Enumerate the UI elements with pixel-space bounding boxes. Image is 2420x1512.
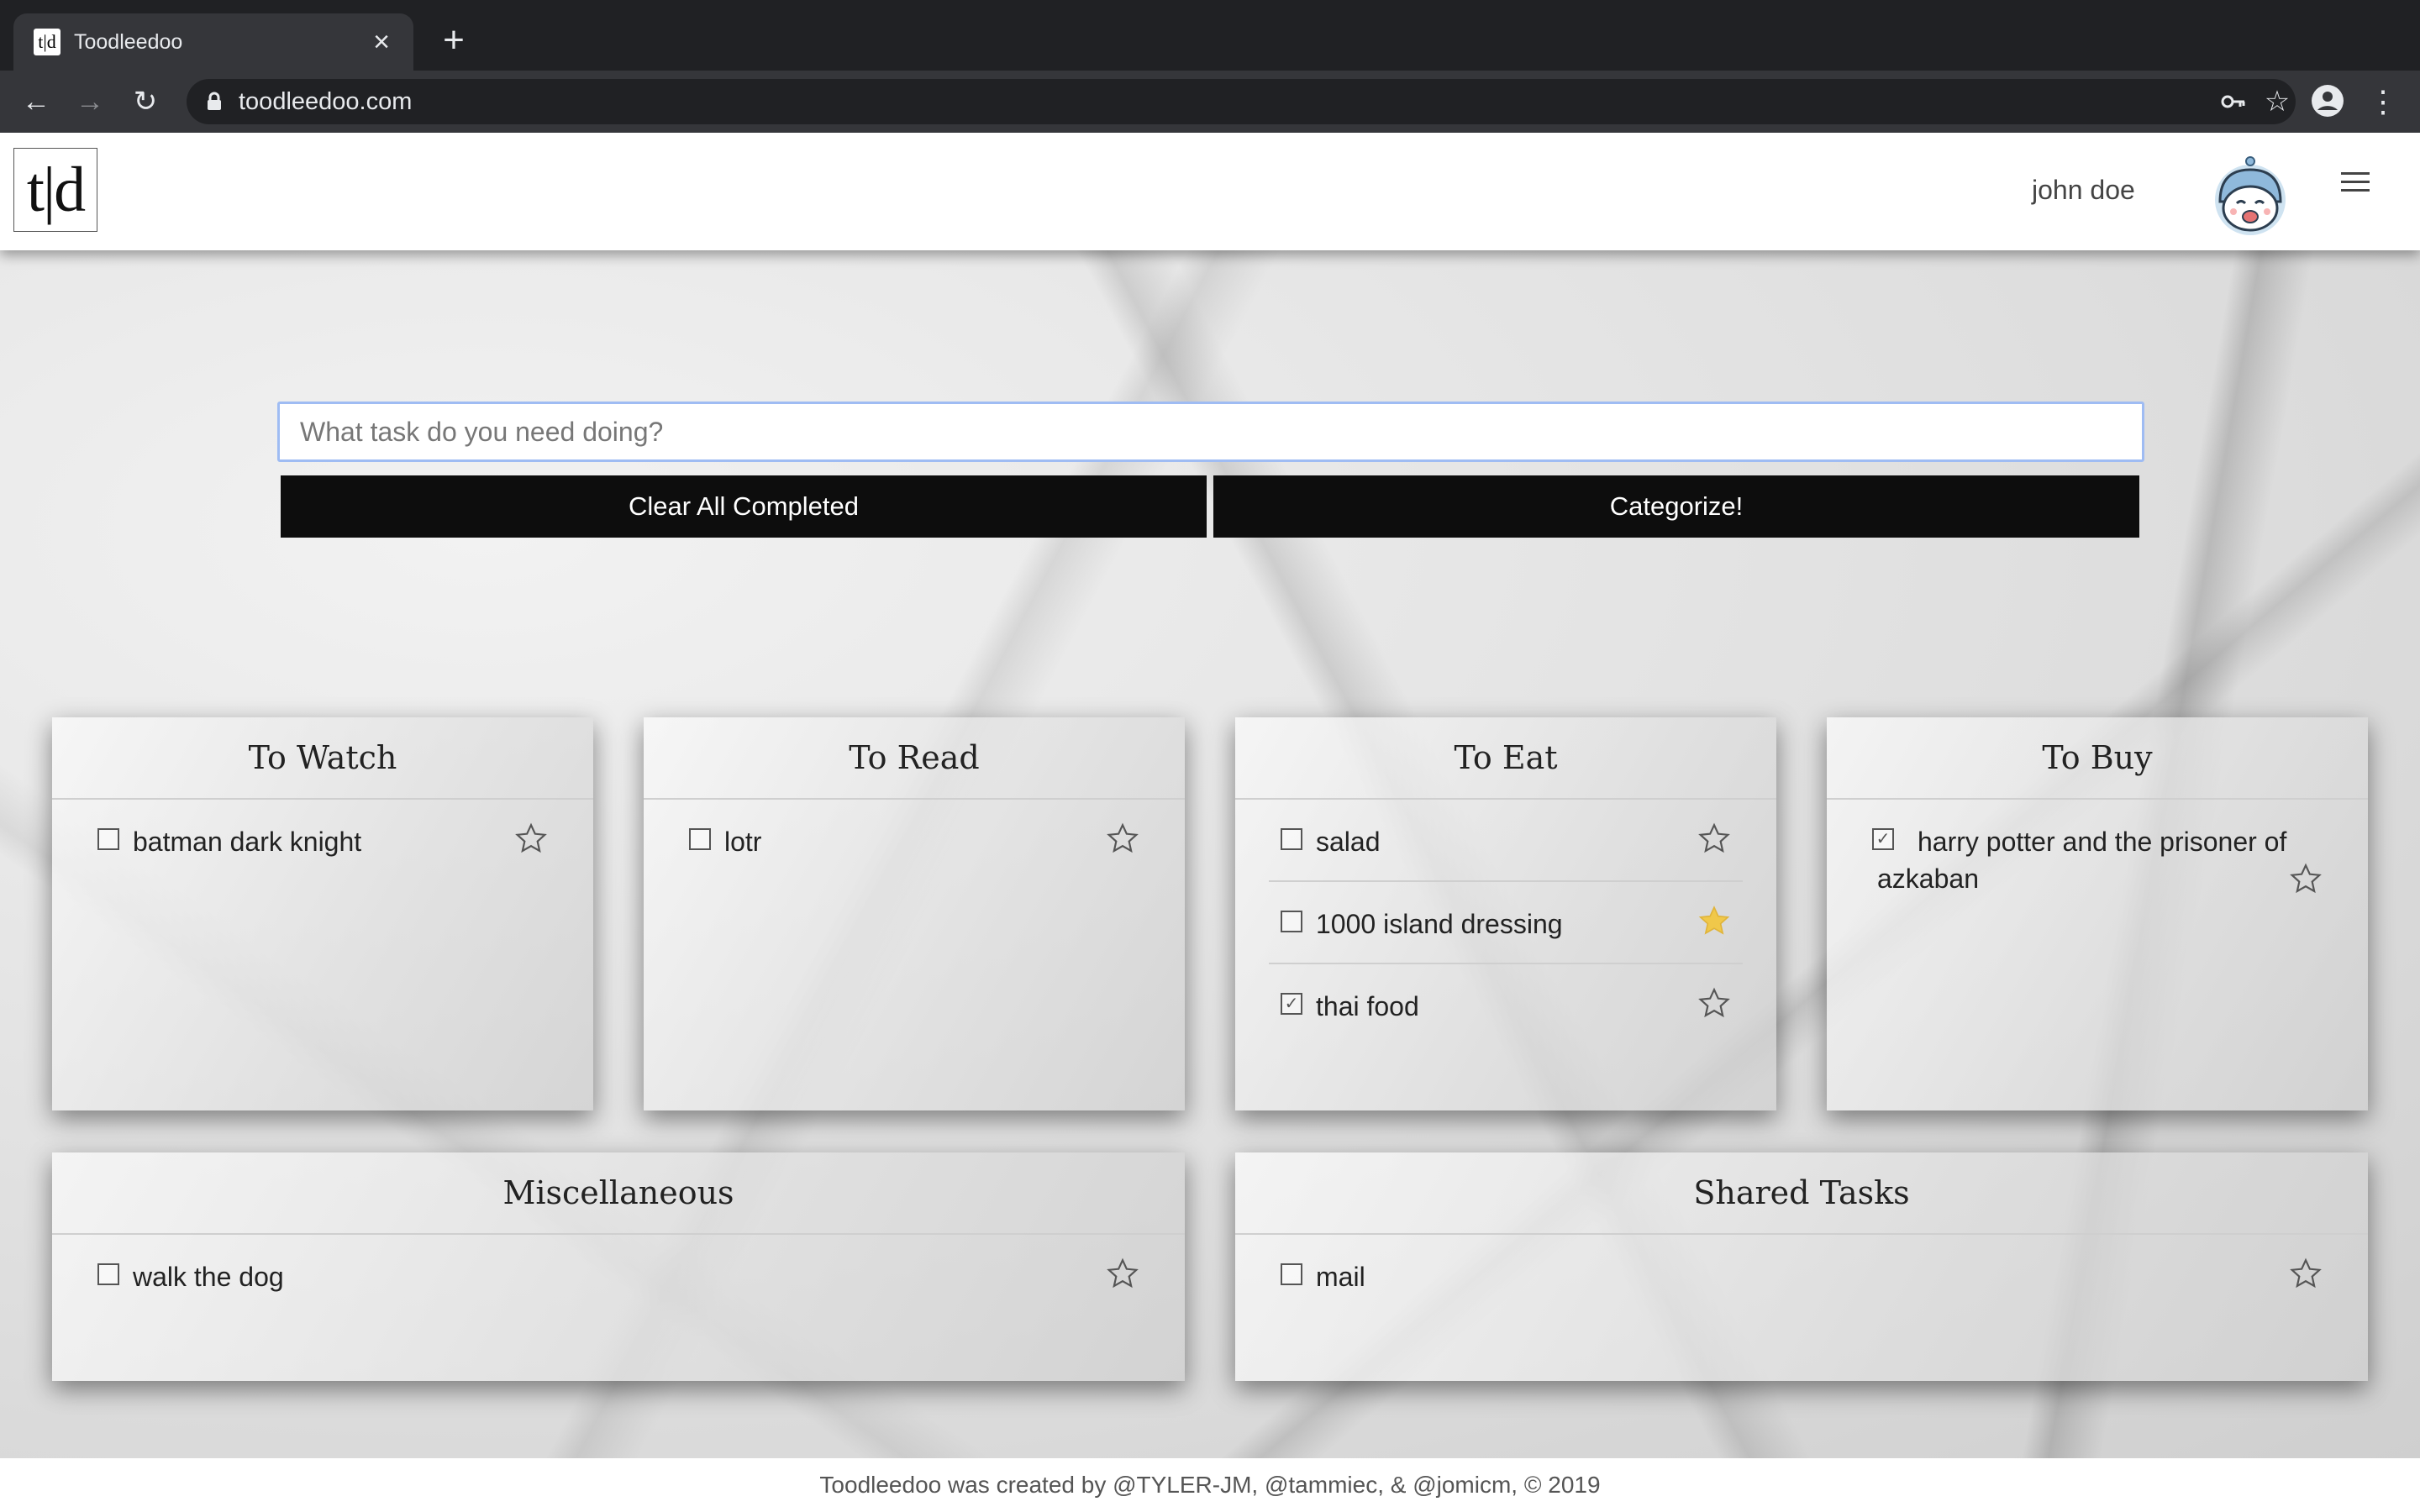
star-icon[interactable]	[514, 822, 548, 855]
list-card-to-buy: To Buy ✓ harry potter and the prisoner o…	[1827, 717, 2368, 1110]
page: t|d john doe Clear All Completed Categor…	[0, 133, 2420, 1512]
back-arrow-icon[interactable]: ←	[17, 82, 55, 121]
browser-tab-bar: t|d Toodleedoo × +	[0, 0, 2420, 71]
list-item: 1000 island dressing	[1269, 882, 1743, 964]
task-checkbox[interactable]	[1281, 1263, 1302, 1285]
task-text: thai food	[1316, 991, 1419, 1021]
browser-tab[interactable]: t|d Toodleedoo ×	[13, 13, 413, 71]
star-filled-icon[interactable]	[1697, 904, 1731, 937]
star-icon[interactable]	[2289, 862, 2323, 895]
task-input[interactable]	[277, 402, 2144, 462]
list-title: To Read	[644, 717, 1185, 800]
favicon-icon: t|d	[34, 29, 60, 55]
task-text: walk the dog	[133, 1262, 284, 1292]
list-item: lotr	[677, 800, 1151, 880]
list-title: To Buy	[1827, 717, 2368, 800]
footer-text: Toodleedoo was created by @TYLER-JM, @ta…	[819, 1472, 1601, 1498]
list-item: mail	[1269, 1235, 2334, 1315]
bookmark-star-icon[interactable]: ☆	[2259, 84, 2296, 119]
address-bar[interactable]: toodleedoo.com ☆	[187, 79, 2296, 124]
user-name: john doe	[2032, 175, 2135, 205]
url-text: toodleedoo.com	[239, 88, 413, 115]
site-header: t|d john doe	[0, 133, 2420, 250]
list-item: walk the dog	[86, 1235, 1151, 1315]
star-icon[interactable]	[1106, 822, 1139, 855]
star-icon[interactable]	[1697, 822, 1731, 855]
forward-arrow-icon[interactable]: →	[71, 82, 109, 121]
star-icon[interactable]	[1697, 986, 1731, 1020]
site-footer: Toodleedoo was created by @TYLER-JM, @ta…	[0, 1458, 2420, 1512]
star-icon[interactable]	[1106, 1257, 1139, 1290]
menu-dots-icon[interactable]: ⋮	[2368, 82, 2398, 121]
task-text: 1000 island dressing	[1316, 909, 1563, 939]
list-card-shared-tasks: Shared Tasks mail	[1235, 1152, 2368, 1381]
task-text: mail	[1316, 1262, 1365, 1292]
hamburger-menu-icon[interactable]	[2339, 166, 2371, 200]
list-item: salad	[1269, 800, 1743, 882]
reload-icon[interactable]: ↻	[126, 82, 165, 121]
list-title: To Eat	[1235, 717, 1776, 800]
categorize-button[interactable]: Categorize!	[1213, 475, 2139, 538]
task-checkbox[interactable]	[1281, 828, 1302, 850]
task-checkbox[interactable]	[97, 828, 119, 850]
list-card-miscellaneous: Miscellaneous walk the dog	[52, 1152, 1185, 1381]
clear-completed-button[interactable]: Clear All Completed	[281, 475, 1207, 538]
task-text: salad	[1316, 827, 1381, 857]
list-title: Shared Tasks	[1235, 1152, 2368, 1235]
new-tab-icon[interactable]: +	[435, 22, 472, 59]
list-title: To Watch	[52, 717, 593, 800]
task-text: lotr	[724, 827, 762, 857]
tab-title: Toodleedoo	[74, 30, 183, 54]
list-card-to-eat: To Eat salad 1000 island dressing ✓ thai…	[1235, 717, 1776, 1110]
list-item: ✓ thai food	[1269, 964, 1743, 1045]
list-card-to-watch: To Watch batman dark knight	[52, 717, 593, 1110]
list-title: Miscellaneous	[52, 1152, 1185, 1235]
star-icon[interactable]	[2289, 1257, 2323, 1290]
task-checkbox[interactable]	[1281, 911, 1302, 932]
task-text: batman dark knight	[133, 827, 362, 857]
task-checkbox[interactable]	[97, 1263, 119, 1285]
task-checkbox-checked[interactable]: ✓	[1281, 993, 1302, 1015]
avatar[interactable]	[2208, 153, 2292, 237]
profile-icon[interactable]	[2311, 84, 2344, 118]
task-text: harry potter and the prisoner of azkaban	[1877, 827, 2287, 894]
list-item: batman dark knight	[86, 800, 560, 880]
browser-toolbar: ← → ↻ toodleedoo.com ☆ ⋮	[0, 71, 2420, 133]
list-item: ✓ harry potter and the prisoner of azkab…	[1860, 800, 2334, 917]
close-tab-icon[interactable]: ×	[366, 27, 397, 57]
key-icon[interactable]	[2220, 90, 2247, 113]
lock-icon	[208, 92, 221, 110]
task-checkbox[interactable]	[689, 828, 711, 850]
list-card-to-read: To Read lotr	[644, 717, 1185, 1110]
site-logo[interactable]: t|d	[13, 148, 97, 232]
